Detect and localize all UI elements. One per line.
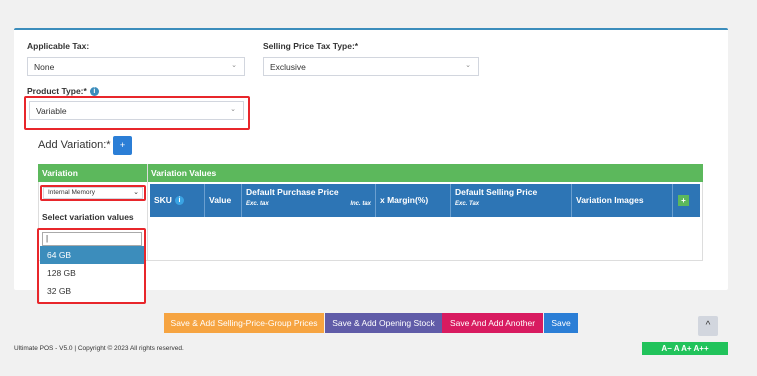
variation-values-table-header: SKU i Value Default Purchase Price Exc. t… <box>150 184 700 217</box>
inc-tax-label: Inc. tax <box>350 201 371 207</box>
selling-price-tax-type-select[interactable]: Exclusive ⌄ <box>263 57 479 76</box>
column-divider <box>147 164 148 261</box>
chevron-down-icon: ⌄ <box>231 62 237 69</box>
info-icon[interactable]: i <box>89 87 99 97</box>
chevron-down-icon: ⌄ <box>133 189 139 196</box>
save-and-add-another-button[interactable]: Save And Add Another <box>442 313 543 333</box>
exc-tax-label: Exc. tax <box>246 201 269 207</box>
product-type-select[interactable]: Variable ⌄ <box>29 101 244 120</box>
applicable-tax-value: None <box>34 62 55 72</box>
default-selling-price-header: Default Selling Price Exc. Tax <box>451 184 572 217</box>
default-purchase-price-text: Default Purchase Price <box>246 187 339 197</box>
variation-values-header: Variation Values <box>151 168 217 178</box>
select-variation-values-label: Select variation values <box>42 212 134 222</box>
dropdown-option[interactable]: 64 GB <box>40 246 144 264</box>
default-selling-price-text: Default Selling Price <box>455 187 538 197</box>
info-icon[interactable]: i <box>174 196 184 206</box>
dropdown-option[interactable]: 128 GB <box>40 264 144 282</box>
variation-table-header: Variation Variation Values <box>38 164 703 182</box>
copyright-text: Ultimate POS - V5.0 | Copyright © 2023 A… <box>14 345 184 352</box>
variation-header: Variation <box>42 168 78 178</box>
variation-select[interactable]: Internal Memory ⌄ <box>43 187 143 199</box>
applicable-tax-label: Applicable Tax: <box>27 41 90 51</box>
add-variation-button[interactable]: + <box>113 136 132 155</box>
product-type-label: Product Type:* i <box>27 86 99 97</box>
selling-price-tax-type-label: Selling Price Tax Type:* <box>263 41 359 51</box>
variation-images-header: Variation Images <box>572 184 673 217</box>
sku-header: SKU i <box>150 184 205 217</box>
selling-exc-tax-label: Exc. Tax <box>455 201 480 207</box>
sku-header-text: SKU <box>154 195 172 205</box>
save-selling-price-group-button[interactable]: Save & Add Selling-Price-Group Prices <box>164 313 324 333</box>
applicable-tax-select[interactable]: None ⌄ <box>27 57 245 76</box>
value-header: Value <box>205 184 242 217</box>
add-variation-label: Add Variation:* <box>38 139 111 151</box>
selling-price-tax-type-value: Exclusive <box>270 62 306 72</box>
dropdown-option[interactable]: 32 GB <box>40 282 144 300</box>
add-row-button[interactable]: + <box>678 195 689 206</box>
product-type-value: Variable <box>36 106 67 116</box>
default-purchase-price-header: Default Purchase Price Exc. tax Inc. tax <box>242 184 376 217</box>
variation-select-value: Internal Memory <box>48 189 95 196</box>
product-type-label-text: Product Type:* <box>27 86 87 96</box>
font-size-controls[interactable]: A− A A+ A++ <box>642 342 728 355</box>
variation-values-dropdown: | 64 GB 128 GB 32 GB <box>40 230 144 302</box>
chevron-down-icon: ⌄ <box>465 62 471 69</box>
save-button[interactable]: Save <box>544 313 578 333</box>
margin-header: x Margin(%) <box>376 184 451 217</box>
save-opening-stock-button[interactable]: Save & Add Opening Stock <box>325 313 442 333</box>
purchase-price-subheaders: Exc. tax Inc. tax <box>246 201 371 207</box>
dropdown-search-input[interactable]: | <box>42 232 142 246</box>
chevron-down-icon: ⌄ <box>230 106 236 113</box>
scroll-top-button[interactable]: ^ <box>698 316 718 336</box>
